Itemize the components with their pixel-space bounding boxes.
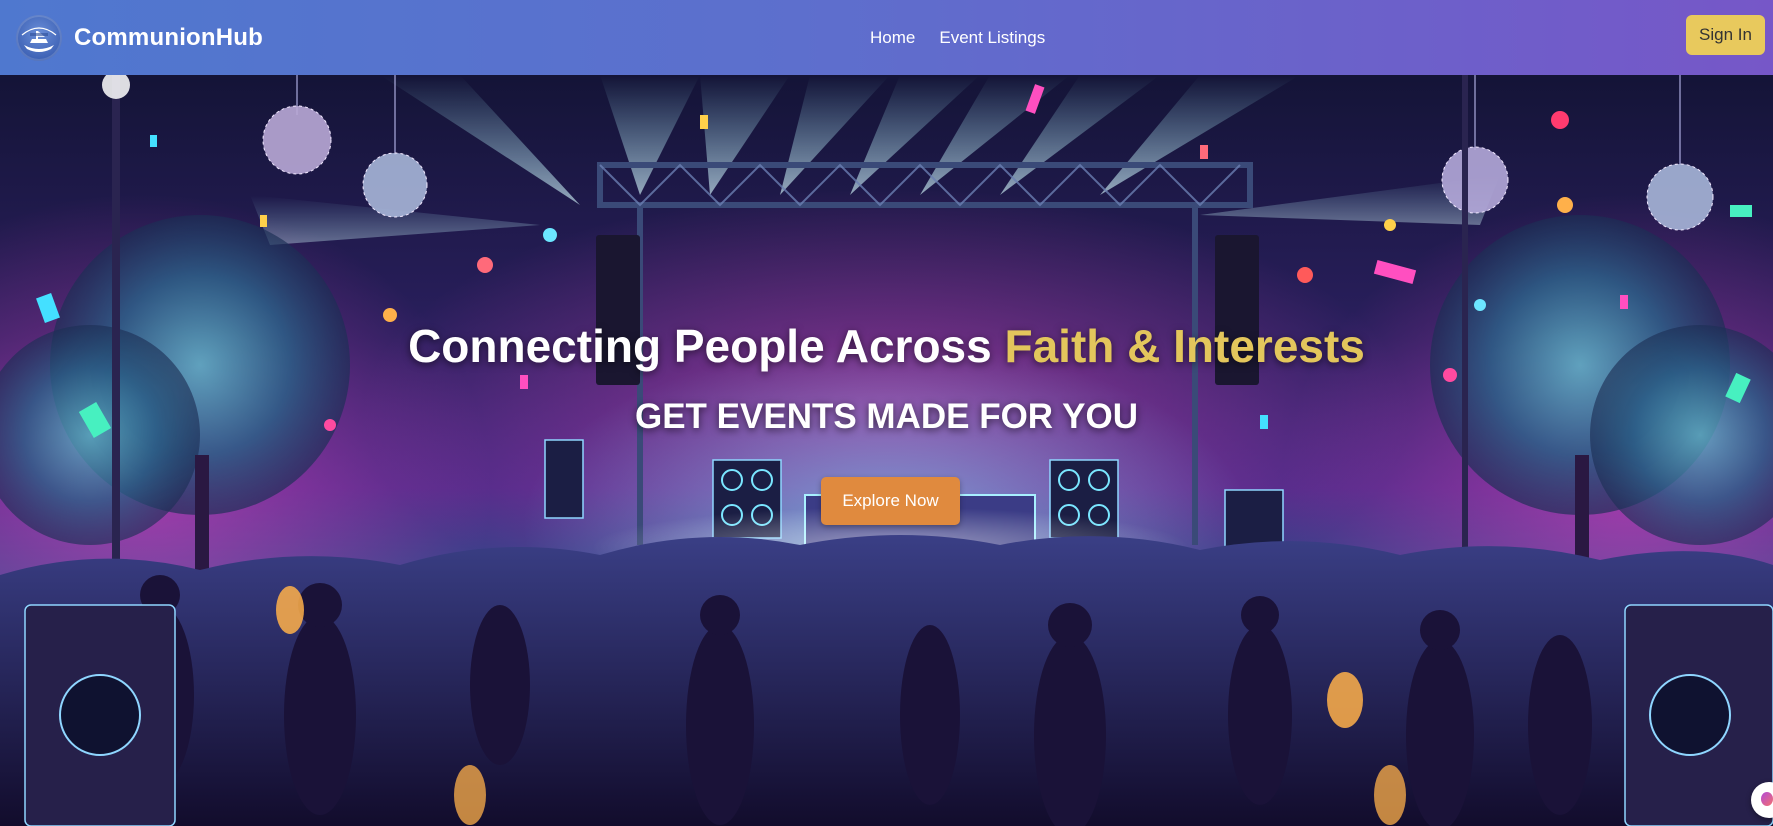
boat-logo-icon[interactable]: [16, 14, 62, 61]
nav-link-event-listings[interactable]: Event Listings: [939, 28, 1045, 48]
brand-name[interactable]: CommunionHub: [74, 24, 263, 52]
hero-subheadline: GET EVENTS MADE FOR YOU: [634, 397, 1139, 436]
hero-section: Connecting People Across Faith & Interes…: [0, 75, 1773, 826]
main-nav: Home Event Listings: [870, 0, 1045, 75]
headline-accent-text: Faith & Interests: [1004, 320, 1365, 372]
sign-in-button[interactable]: Sign In: [1686, 15, 1765, 55]
nav-link-home[interactable]: Home: [870, 28, 915, 48]
hero-content: Connecting People Across Faith & Interes…: [0, 75, 1773, 826]
hero-headline: Connecting People Across Faith & Interes…: [0, 319, 1773, 373]
explore-now-button[interactable]: Explore Now: [821, 477, 960, 525]
headline-main-text: Connecting People Across: [408, 320, 1005, 372]
top-navbar: CommunionHub Home Event Listings Sign In: [0, 0, 1773, 75]
brand[interactable]: CommunionHub: [16, 14, 263, 61]
